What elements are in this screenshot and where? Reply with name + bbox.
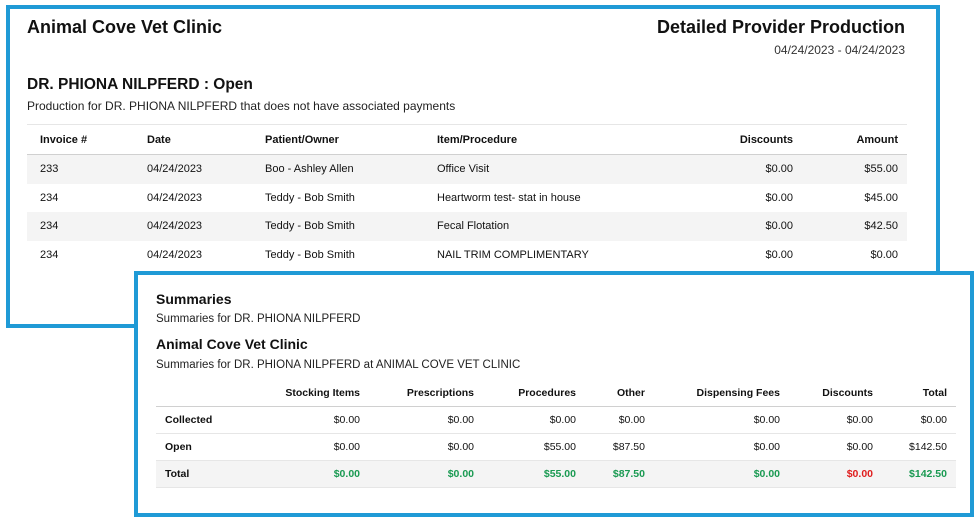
summaries-panel: Summaries Summaries for DR. PHIONA NILPF…	[134, 271, 974, 517]
column-header-dispensing-fees: Dispensing Fees	[654, 380, 789, 407]
grand-total-cell: $142.50	[882, 460, 956, 488]
summary-row-total: Total $0.00 $0.00 $55.00 $87.50 $0.00 $0…	[156, 460, 956, 488]
date-cell: 04/24/2023	[147, 191, 203, 204]
report-title: Detailed Provider Production	[656, 17, 905, 37]
invoice-cell: 233	[27, 154, 134, 184]
column-header-invoice[interactable]: Invoice #	[27, 124, 134, 155]
column-header-date[interactable]: Date	[134, 124, 252, 155]
date-cell: 04/24/2023	[134, 154, 252, 184]
stocking-items-total-cell: $0.00	[251, 460, 369, 488]
prescriptions-cell: $0.00	[369, 433, 483, 461]
patient-owner-cell: Teddy - Bob Smith	[265, 191, 355, 204]
provider-heading: DR. PHIONA NILPFERD : Open	[27, 76, 253, 93]
column-header-stocking-items: Stocking Items	[251, 380, 369, 407]
production-table: Invoice # Date Patient/Owner Item/Proced…	[27, 124, 907, 269]
item-procedure-cell: Heartworm test- stat in house	[437, 191, 581, 204]
discounts-cell: $0.00	[765, 191, 793, 204]
item-procedure-cell: Fecal Flotation	[424, 212, 679, 241]
total-cell: $142.50	[882, 433, 956, 461]
date-cell: 04/24/2023	[134, 212, 252, 241]
table-row: 234 04/24/2023 Teddy - Bob Smith Heartwo…	[27, 184, 907, 213]
column-header-procedures: Procedures	[483, 380, 585, 407]
column-header-discounts[interactable]: Discounts	[679, 124, 802, 155]
column-header-patient-owner[interactable]: Patient/Owner	[252, 124, 424, 155]
row-label: Collected	[156, 406, 251, 434]
item-procedure-cell: NAIL TRIM COMPLIMENTARY	[437, 248, 589, 261]
amount-cell: $42.50	[802, 212, 907, 241]
row-label: Total	[156, 460, 251, 488]
discounts-cell: $0.00	[789, 406, 882, 434]
procedures-cell: $55.00	[483, 433, 585, 461]
summary-table-header: Stocking Items Prescriptions Procedures …	[156, 380, 956, 407]
patient-owner-cell: Boo - Ashley Allen	[252, 154, 424, 184]
summary-row-collected: Collected $0.00 $0.00 $0.00 $0.00 $0.00 …	[156, 406, 956, 434]
invoice-cell: 234	[40, 248, 59, 261]
column-header-item-procedure[interactable]: Item/Procedure	[424, 124, 679, 155]
procedures-total-cell: $55.00	[483, 460, 585, 488]
invoice-cell: 234	[27, 212, 134, 241]
table-row: 233 04/24/2023 Boo - Ashley Allen Office…	[27, 154, 907, 184]
clinic-name: Animal Cove Vet Clinic	[27, 17, 223, 37]
discounts-cell: $0.00	[679, 212, 802, 241]
production-table-header: Invoice # Date Patient/Owner Item/Proced…	[27, 124, 907, 155]
other-cell: $87.50	[585, 433, 654, 461]
stocking-items-cell: $0.00	[251, 433, 369, 461]
row-label: Open	[156, 433, 251, 461]
table-row: 234 04/24/2023 Teddy - Bob Smith NAIL TR…	[27, 241, 907, 270]
invoice-cell: 234	[40, 191, 59, 204]
patient-owner-cell: Teddy - Bob Smith	[265, 248, 355, 261]
item-procedure-cell: Office Visit	[424, 154, 679, 184]
table-row: 234 04/24/2023 Teddy - Bob Smith Fecal F…	[27, 212, 907, 241]
dispensing-fees-cell: $0.00	[654, 433, 789, 461]
discounts-cell: $0.00	[679, 154, 802, 184]
prescriptions-cell: $0.00	[369, 406, 483, 434]
prescriptions-total-cell: $0.00	[369, 460, 483, 488]
date-cell: 04/24/2023	[147, 248, 203, 261]
column-header-prescriptions: Prescriptions	[369, 380, 483, 407]
dispensing-fees-cell: $0.00	[654, 406, 789, 434]
summary-table: Stocking Items Prescriptions Procedures …	[156, 380, 956, 488]
clinic-summary-title: Animal Cove Vet Clinic	[156, 336, 308, 352]
column-header-total: Total	[882, 380, 956, 407]
column-header-row-label	[156, 380, 251, 407]
discounts-cell: $0.00	[765, 248, 793, 261]
dispensing-fees-total-cell: $0.00	[654, 460, 789, 488]
amount-cell: $45.00	[864, 191, 898, 204]
other-cell: $0.00	[585, 406, 654, 434]
other-total-cell: $87.50	[585, 460, 654, 488]
column-header-other: Other	[585, 380, 654, 407]
procedures-cell: $0.00	[483, 406, 585, 434]
date-range: 04/24/2023 - 04/24/2023	[774, 43, 905, 57]
total-cell: $0.00	[882, 406, 956, 434]
provider-subtitle: Production for DR. PHIONA NILPFERD that …	[27, 99, 456, 113]
clinic-summary-subtitle: Summaries for DR. PHIONA NILPFERD at ANI…	[156, 359, 521, 371]
summary-row-open: Open $0.00 $0.00 $55.00 $87.50 $0.00 $0.…	[156, 433, 956, 461]
amount-cell: $0.00	[870, 248, 898, 261]
amount-cell: $55.00	[802, 154, 907, 184]
discounts-cell: $0.00	[789, 433, 882, 461]
stocking-items-cell: $0.00	[251, 406, 369, 434]
discounts-total-cell: $0.00	[789, 460, 882, 488]
patient-owner-cell: Teddy - Bob Smith	[252, 212, 424, 241]
column-header-amount[interactable]: Amount	[802, 124, 907, 155]
summaries-subtitle: Summaries for DR. PHIONA NILPFERD	[156, 313, 361, 325]
summaries-title: Summaries	[156, 291, 232, 307]
column-header-discounts: Discounts	[789, 380, 882, 407]
